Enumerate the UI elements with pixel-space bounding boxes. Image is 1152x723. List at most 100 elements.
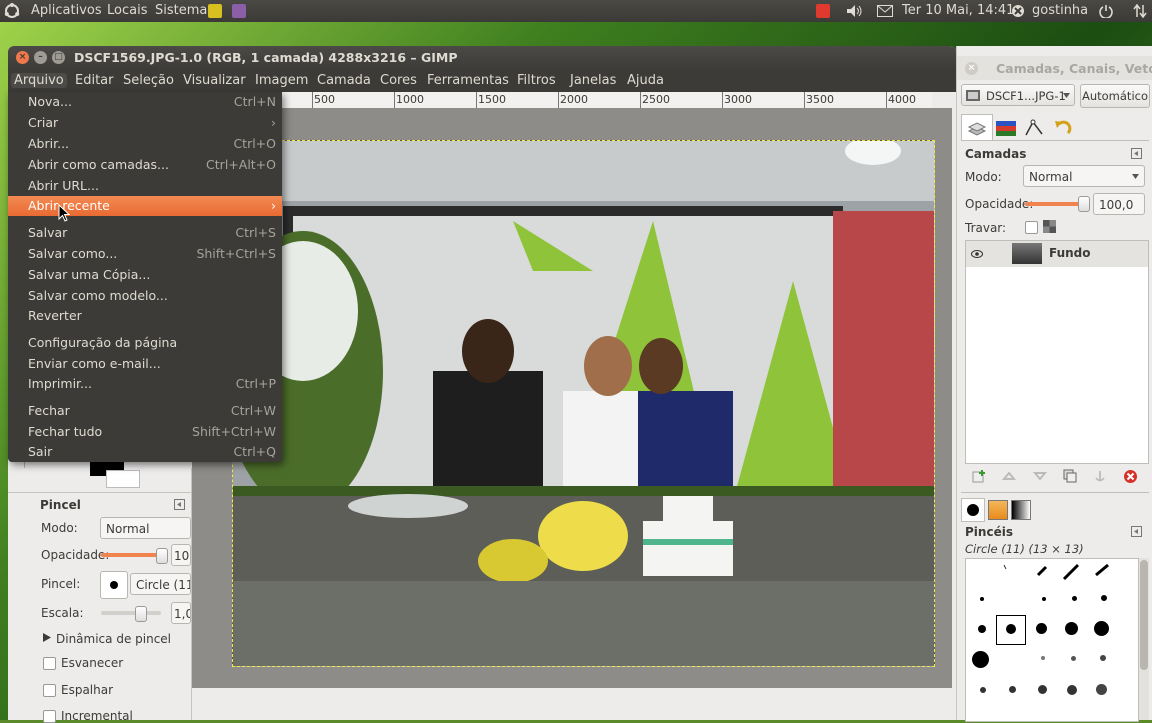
user-status-icon[interactable]	[1011, 4, 1025, 18]
brushes-grid[interactable]	[965, 558, 1139, 722]
panel-menu-icon[interactable]	[174, 499, 185, 510]
visibility-eye-icon[interactable]	[971, 250, 983, 258]
dock-close-button[interactable]: ×	[965, 62, 978, 75]
expander-arrow-icon[interactable]	[43, 633, 51, 642]
brush-preview-button[interactable]	[100, 571, 128, 599]
brushes-scrollbar[interactable]	[1139, 558, 1149, 720]
brush-item[interactable]	[1072, 596, 1077, 601]
menu-item-page-setup[interactable]: Configuração da página	[8, 333, 282, 353]
applications-menu[interactable]: Aplicativos	[31, 3, 102, 18]
transfer-arrows-icon[interactable]	[1133, 3, 1147, 19]
channels-icon[interactable]	[995, 118, 1017, 138]
menu-visualizar[interactable]: Visualizar	[183, 73, 246, 88]
minimize-window-button[interactable]: –	[34, 51, 47, 64]
brush-item[interactable]	[972, 651, 989, 668]
brush-item[interactable]	[1042, 597, 1046, 601]
menu-editar[interactable]: Editar	[75, 73, 114, 88]
brush-item[interactable]	[1101, 595, 1107, 601]
brushes-panel-menu-icon[interactable]	[1131, 526, 1142, 537]
horizontal-ruler[interactable]: 500 1000 1500 2000 2500 3000 3500 4000	[282, 92, 932, 109]
mode-select[interactable]: Normal	[100, 517, 191, 539]
brush-item[interactable]	[1006, 624, 1016, 634]
layer-opacity-knob[interactable]	[1078, 196, 1090, 212]
layers-list[interactable]: Fundo	[965, 240, 1149, 464]
menu-ajuda[interactable]: Ajuda	[627, 73, 664, 88]
opacity-value-field[interactable]: 100	[171, 544, 191, 566]
record-indicator-icon[interactable]	[816, 4, 830, 18]
image-canvas-photo[interactable]	[232, 140, 935, 667]
brush-item[interactable]	[980, 597, 984, 601]
mail-icon[interactable]	[877, 5, 893, 17]
menu-item-send-email[interactable]: Enviar como e-mail...	[8, 354, 282, 374]
menu-item-create[interactable]: Criar ›	[8, 113, 282, 133]
brush-name-field[interactable]: Circle (11)	[130, 573, 191, 595]
menu-cores[interactable]: Cores	[380, 73, 417, 88]
opacity-slider-knob[interactable]	[156, 548, 168, 564]
ubuntu-logo-icon[interactable]	[4, 3, 20, 19]
image-viewer-launcher-icon[interactable]	[232, 4, 246, 18]
menu-janelas[interactable]: Janelas	[570, 73, 616, 88]
brush-item[interactable]	[1009, 686, 1016, 693]
duplicate-layer-icon[interactable]	[1063, 469, 1077, 483]
brush-item[interactable]	[1065, 622, 1078, 635]
menu-item-quit[interactable]: Sair Ctrl+Q	[8, 442, 282, 462]
paths-icon[interactable]	[1023, 118, 1045, 138]
menu-item-open-url[interactable]: Abrir URL...	[8, 176, 282, 196]
jitter-checkbox[interactable]	[43, 684, 56, 697]
new-layer-icon[interactable]	[972, 469, 986, 483]
tab-gradients[interactable]	[1011, 500, 1031, 520]
lock-alpha-icon[interactable]	[1043, 220, 1056, 233]
brush-item[interactable]	[1096, 684, 1107, 695]
clock[interactable]: Ter 10 Mai, 14:41	[902, 3, 1014, 18]
window-titlebar[interactable]: × – □ DSCF1569.JPG-1.0 (RGB, 1 camada) 4…	[8, 46, 956, 70]
system-menu[interactable]: Sistema	[155, 3, 207, 18]
delete-layer-icon[interactable]	[1123, 469, 1138, 484]
brush-item[interactable]	[978, 625, 986, 633]
brush-item[interactable]	[1067, 685, 1077, 695]
maximize-window-button[interactable]: □	[52, 51, 65, 64]
menu-item-close[interactable]: Fechar Ctrl+W	[8, 401, 282, 421]
menu-item-new[interactable]: Nova... Ctrl+N	[8, 92, 282, 112]
dock-titlebar[interactable]: × Camadas, Canais, Veto	[957, 56, 1152, 80]
menu-imagem[interactable]: Imagem	[255, 73, 308, 88]
menu-item-open-recent[interactable]: Abrir recente ›	[8, 196, 282, 216]
brush-item[interactable]	[1036, 623, 1047, 634]
incremental-checkbox[interactable]	[43, 710, 56, 723]
anchor-layer-icon[interactable]	[1093, 469, 1107, 483]
image-selector-dropdown[interactable]: DSCF1...JPG-1	[961, 84, 1075, 106]
menu-ferramentas[interactable]: Ferramentas	[427, 73, 509, 88]
menu-item-open-as-layers[interactable]: Abrir como camadas... Ctrl+Alt+O	[8, 155, 282, 175]
lower-layer-icon[interactable]	[1033, 469, 1047, 483]
menu-item-save-copy[interactable]: Salvar uma Cópia...	[8, 265, 282, 285]
menu-item-save[interactable]: Salvar Ctrl+S	[8, 223, 282, 243]
auto-button[interactable]: Automático	[1080, 84, 1150, 108]
lock-pixels-checkbox[interactable]	[1025, 221, 1038, 234]
raise-layer-icon[interactable]	[1002, 469, 1016, 483]
scale-slider[interactable]	[101, 611, 161, 615]
menu-item-revert[interactable]: Reverter	[8, 306, 282, 326]
tab-patterns[interactable]	[988, 500, 1008, 520]
power-icon[interactable]	[1099, 4, 1113, 18]
places-menu[interactable]: Locais	[107, 3, 147, 18]
layers-panel-menu-icon[interactable]	[1131, 148, 1142, 159]
layer-row-fundo[interactable]: Fundo	[966, 241, 1148, 267]
brush-item[interactable]	[980, 687, 986, 693]
opacity-slider[interactable]	[101, 553, 161, 557]
menu-selecao[interactable]: Seleção	[123, 73, 174, 88]
tab-layers[interactable]	[961, 114, 993, 141]
layer-opacity-spinbox[interactable]: 100,0	[1093, 193, 1145, 215]
brush-item[interactable]	[1038, 685, 1047, 694]
brush-item[interactable]	[1071, 656, 1076, 661]
layer-mode-select[interactable]: Normal	[1023, 165, 1145, 187]
menu-item-save-as[interactable]: Salvar como... Shift+Ctrl+S	[8, 244, 282, 264]
user-name[interactable]: gostinha	[1032, 3, 1088, 18]
text-editor-launcher-icon[interactable]	[208, 4, 222, 18]
undo-history-icon[interactable]	[1053, 118, 1073, 138]
layer-name[interactable]: Fundo	[1049, 246, 1091, 260]
brushes-scrollbar-thumb[interactable]	[1140, 560, 1148, 670]
volume-icon[interactable]	[846, 4, 864, 18]
menu-item-print[interactable]: Imprimir... Ctrl+P	[8, 374, 282, 394]
menu-filtros[interactable]: Filtros	[517, 73, 556, 88]
tab-brushes[interactable]	[961, 498, 985, 522]
background-color-swatch[interactable]	[106, 470, 140, 488]
